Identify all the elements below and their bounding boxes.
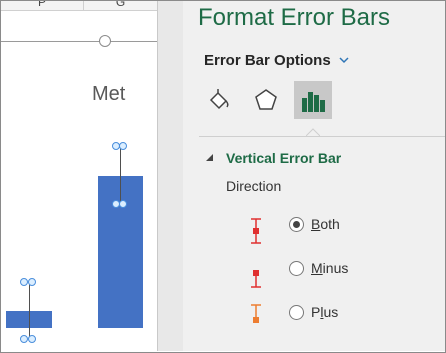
error-bar-minus-icon: [251, 270, 261, 288]
pane-gutter: [157, 1, 184, 351]
error-bar-handle-1b[interactable]: [28, 278, 36, 286]
direction-plus-label[interactable]: Plus: [311, 304, 338, 320]
error-bar-handle-2d[interactable]: [119, 200, 127, 208]
error-bar-line-1[interactable]: [29, 284, 30, 340]
pane-divider: [199, 136, 445, 137]
pentagon-icon: [255, 89, 277, 110]
error-bar-handle-1c[interactable]: [20, 335, 28, 343]
collapse-triangle-icon[interactable]: [205, 153, 214, 162]
fill-line-tab[interactable]: [200, 81, 238, 119]
direction-minus-radio[interactable]: [289, 261, 304, 276]
chevron-down-icon: [339, 57, 349, 64]
worksheet-area[interactable]: P G Met: [1, 1, 157, 351]
error-bar-plus-icon: [251, 304, 261, 323]
effects-tab[interactable]: [247, 81, 285, 119]
chart-title[interactable]: Met: [92, 83, 125, 106]
direction-plus-radio[interactable]: [289, 305, 304, 320]
direction-both-radio[interactable]: [289, 217, 304, 232]
paint-bucket-icon: [209, 89, 229, 110]
direction-minus-label[interactable]: Minus: [311, 260, 348, 276]
error-bar-options-tab[interactable]: [294, 81, 332, 119]
format-error-bars-pane: Format Error Bars Error Bar Options Vert…: [183, 1, 445, 351]
error-bar-options-dropdown[interactable]: Error Bar Options: [204, 50, 349, 70]
pane-title: Format Error Bars: [198, 4, 391, 31]
column-header-row: P G: [1, 1, 157, 11]
direction-both-label[interactable]: Both: [311, 216, 340, 232]
section-title[interactable]: Vertical Error Bar: [226, 150, 341, 166]
error-bar-line-2[interactable]: [120, 147, 121, 205]
chart-area[interactable]: Met: [1, 11, 157, 351]
error-bar-handle-1a[interactable]: [20, 278, 28, 286]
error-bar-handle-1d[interactable]: [28, 335, 36, 343]
bar-chart-icon: [302, 92, 325, 112]
chart-selection-border: [1, 41, 157, 42]
chart-resize-handle[interactable]: [99, 35, 111, 47]
tab-pointer-icon: [306, 128, 320, 136]
column-header-g[interactable]: G: [84, 1, 157, 10]
direction-label: Direction: [226, 178, 282, 194]
error-bar-options-label: Error Bar Options: [204, 51, 331, 69]
error-bar-handle-2b[interactable]: [119, 142, 127, 150]
column-header-p[interactable]: P: [1, 1, 84, 10]
error-bar-both-icon: [251, 218, 261, 244]
